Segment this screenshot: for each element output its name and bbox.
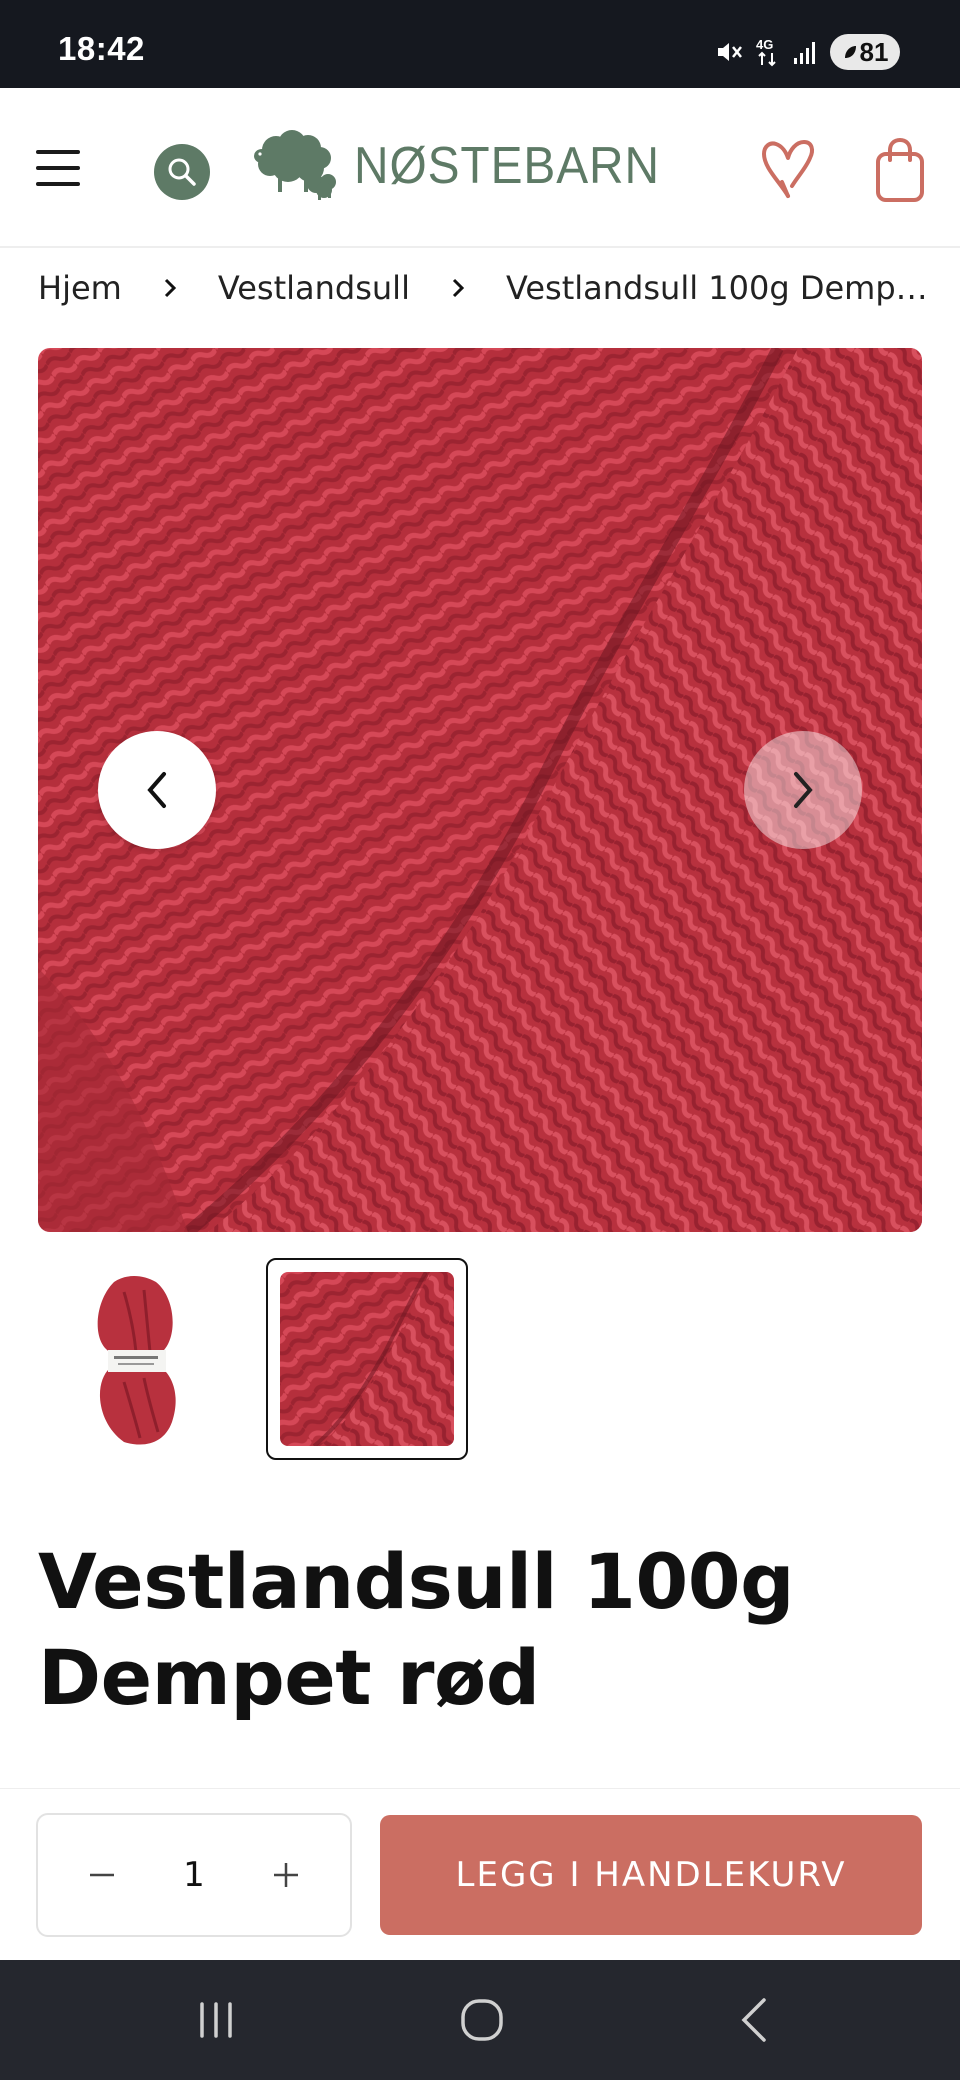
decrease-quantity-button[interactable] [78, 1851, 126, 1899]
signal-icon [792, 38, 820, 66]
minus-icon [90, 1873, 114, 1877]
site-header: NØSTEBARN [0, 88, 960, 248]
breadcrumb-category[interactable]: Vestlandsull [218, 269, 410, 307]
chevron-right-icon [162, 277, 178, 299]
menu-icon[interactable] [36, 150, 80, 186]
chevron-left-icon [147, 772, 166, 808]
chevron-right-icon [450, 277, 466, 299]
thumbnail-closeup-selected[interactable] [266, 1258, 468, 1460]
wishlist-button[interactable] [758, 138, 818, 202]
mute-icon [714, 37, 744, 67]
network-label: 4G [756, 37, 773, 52]
status-time: 18:42 [58, 30, 145, 67]
shopping-bag-icon [876, 137, 924, 202]
gallery-next-button[interactable] [744, 731, 862, 849]
brand-name: NØSTEBARN [354, 137, 661, 195]
purchase-bar: 1 LEGG I HANDLEKURV [0, 1788, 960, 1960]
add-to-cart-button[interactable]: LEGG I HANDLEKURV [380, 1815, 922, 1935]
battery-icon: 81 [830, 34, 900, 70]
status-bar: 18:42 4G 81 [0, 0, 960, 88]
plus-icon [273, 1863, 298, 1887]
search-icon [168, 158, 196, 186]
breadcrumb: Hjem Vestlandsull Vestlandsull 100g Demp… [38, 264, 936, 312]
quantity-stepper: 1 [36, 1813, 352, 1937]
status-icons: 4G 81 [714, 34, 900, 70]
4g-icon: 4G [754, 36, 782, 68]
search-button[interactable] [154, 144, 210, 200]
increase-quantity-button[interactable] [262, 1851, 310, 1899]
product-title-line1: Vestlandsull 100g [38, 1537, 795, 1626]
gallery-prev-button[interactable] [98, 731, 216, 849]
chevron-right-icon [794, 772, 813, 808]
battery-level: 81 [859, 36, 889, 67]
system-navigation-bar [0, 1960, 960, 2080]
recent-apps-icon[interactable] [194, 1998, 238, 2042]
product-title: Vestlandsull 100g Dempet rød [38, 1534, 918, 1726]
sheep-logo-icon [254, 130, 336, 200]
home-icon[interactable] [458, 1996, 506, 2044]
quantity-value[interactable]: 1 [183, 1855, 205, 1895]
heart-icon [762, 140, 814, 198]
breadcrumb-home[interactable]: Hjem [38, 269, 122, 307]
product-title-line2: Dempet rød [38, 1633, 540, 1722]
back-icon[interactable] [736, 1996, 772, 2044]
thumbnail-skein[interactable] [84, 1272, 194, 1448]
breadcrumb-current: Vestlandsull 100g Dempe... [505, 269, 936, 307]
site-logo[interactable]: NØSTEBARN [254, 128, 687, 204]
cart-button[interactable] [874, 136, 926, 204]
